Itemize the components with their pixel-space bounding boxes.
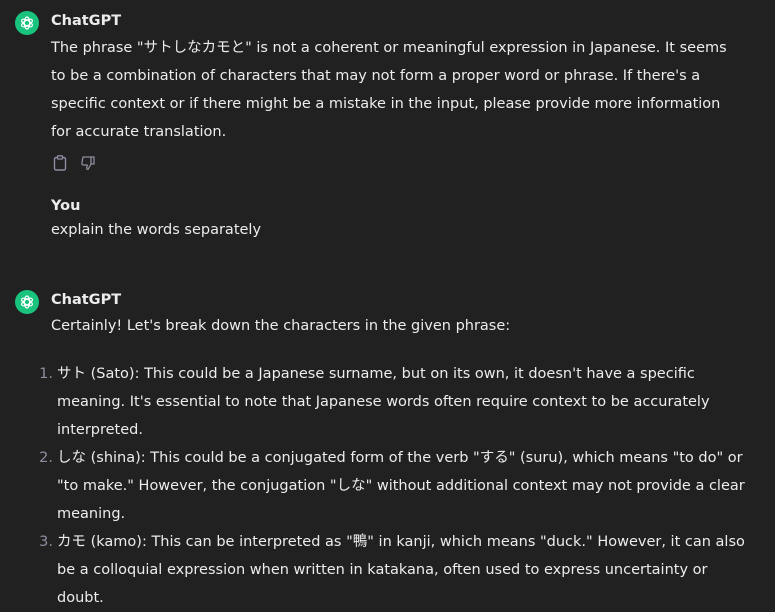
message-intro: Certainly! Let's break down the characte… xyxy=(51,318,511,334)
clipboard-icon[interactable] xyxy=(51,154,69,172)
list-number: 3. xyxy=(39,534,53,550)
message-list: 1. サト (Sato): This could be a Japanese s… xyxy=(39,360,747,612)
openai-logo-icon xyxy=(15,11,39,35)
numbered-list: 1. サト (Sato): This could be a Japanese s… xyxy=(39,360,747,612)
openai-logo-icon xyxy=(15,290,39,314)
message-text: explain the words separately xyxy=(51,222,262,238)
list-number: 1. xyxy=(39,366,53,382)
list-item: 2. しな (shina): This could be a conjugate… xyxy=(39,444,747,528)
message-author: You xyxy=(51,198,81,214)
message-author: ChatGPT xyxy=(51,13,122,29)
thumbs-down-icon[interactable] xyxy=(79,154,97,172)
message-text: The phrase "サトしなカモと" is not a coherent o… xyxy=(51,40,727,140)
list-item-text: サト (Sato): This could be a Japanese surn… xyxy=(57,366,710,438)
list-item: 3. カモ (kamo): This can be interpreted as… xyxy=(39,528,747,612)
list-number: 2. xyxy=(39,450,53,466)
list-item: 1. サト (Sato): This could be a Japanese s… xyxy=(39,360,747,444)
message-author: ChatGPT xyxy=(51,292,122,308)
list-item-text: しな (shina): This could be a conjugated f… xyxy=(57,450,745,522)
message-actions xyxy=(51,154,97,172)
list-item-text: カモ (kamo): This can be interpreted as "鴨… xyxy=(57,534,745,606)
